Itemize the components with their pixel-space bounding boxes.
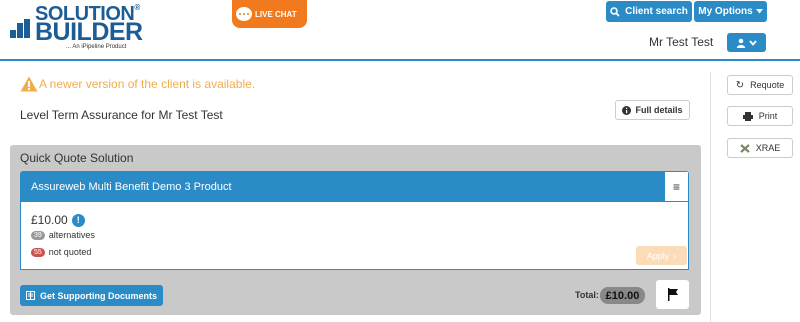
not-quoted-count-badge: 55 <box>31 247 45 257</box>
alternatives-count-badge: 39 <box>31 230 45 240</box>
user-icon <box>736 38 746 48</box>
chevron-down-icon <box>749 39 757 46</box>
not-quoted-label: not quoted <box>48 247 92 257</box>
xrae-icon <box>740 143 750 153</box>
chat-bubble-icon <box>236 7 252 21</box>
product-body <box>20 202 689 270</box>
refresh-icon: ↻ <box>735 79 745 91</box>
live-chat-label: LIVE CHAT <box>255 9 297 19</box>
requote-label: Requote <box>750 80 785 90</box>
update-alert: A newer version of the client is availab… <box>20 76 255 92</box>
total-label: Total: <box>575 290 599 300</box>
search-icon <box>610 6 620 17</box>
product-name: Assureweb Multi Benefit Demo 3 Product <box>31 181 232 193</box>
flag-button[interactable] <box>656 280 689 309</box>
policy-title: Level Term Assurance for Mr Test Test <box>20 108 223 122</box>
logo-word-builder: BUILDER <box>35 18 143 46</box>
product-menu-button[interactable]: ≡ <box>665 172 688 201</box>
total-value-badge: £10.00 <box>600 287 645 304</box>
get-supporting-documents-button[interactable]: Get Supporting Documents <box>20 285 163 306</box>
logo-blocks-icon <box>10 19 32 41</box>
chevron-right-icon: › <box>673 250 677 261</box>
requote-button[interactable]: ↻ Requote <box>727 75 793 95</box>
caret-down-icon <box>755 9 763 14</box>
client-search-button[interactable]: Client search <box>606 1 692 22</box>
product-header: Assureweb Multi Benefit Demo 3 Product <box>20 171 689 202</box>
header-divider <box>0 59 800 61</box>
apply-button[interactable]: Apply › <box>636 246 687 265</box>
xrae-button[interactable]: XRAE <box>727 138 793 158</box>
sidebar-divider <box>710 72 711 322</box>
logo-tagline: ... An iPipeline Product <box>66 44 127 50</box>
exclamation-icon[interactable]: ! <box>71 213 85 227</box>
live-chat-button[interactable]: LIVE CHAT <box>232 0 307 28</box>
alternatives-label: alternatives <box>48 230 95 240</box>
apply-label: Apply <box>646 250 670 261</box>
alternatives-row[interactable]: 39 alternatives <box>31 230 95 240</box>
xrae-label: XRAE <box>755 143 781 153</box>
app-header: SOLUTION® BUILDER ... An iPipeline Produ… <box>0 0 800 60</box>
full-details-label: Full details <box>635 105 683 115</box>
my-options-label: My Options <box>698 6 753 17</box>
info-icon <box>622 105 632 115</box>
my-options-dropdown[interactable]: My Options <box>694 1 767 22</box>
quick-quote-title: Quick Quote Solution <box>20 151 134 165</box>
print-button[interactable]: Print <box>727 106 793 126</box>
warning-icon <box>20 76 38 92</box>
product-price-row: £10.00 ! <box>31 213 85 227</box>
solution-builder-logo[interactable]: SOLUTION® BUILDER ... An iPipeline Produ… <box>10 3 143 55</box>
print-label: Print <box>758 111 778 121</box>
hamburger-icon: ≡ <box>672 179 680 194</box>
product-price: £10.00 <box>31 213 68 227</box>
get-docs-label: Get Supporting Documents <box>40 290 157 301</box>
full-details-button[interactable]: Full details <box>615 100 690 120</box>
user-name: Mr Test Test <box>649 35 714 49</box>
not-quoted-row[interactable]: 55 not quoted <box>31 247 91 257</box>
documents-icon <box>26 291 35 300</box>
flag-icon <box>667 288 678 301</box>
client-search-label: Client search <box>625 6 688 17</box>
print-icon <box>742 111 753 121</box>
user-menu-button[interactable] <box>727 33 766 52</box>
alert-message: A newer version of the client is availab… <box>39 77 256 91</box>
